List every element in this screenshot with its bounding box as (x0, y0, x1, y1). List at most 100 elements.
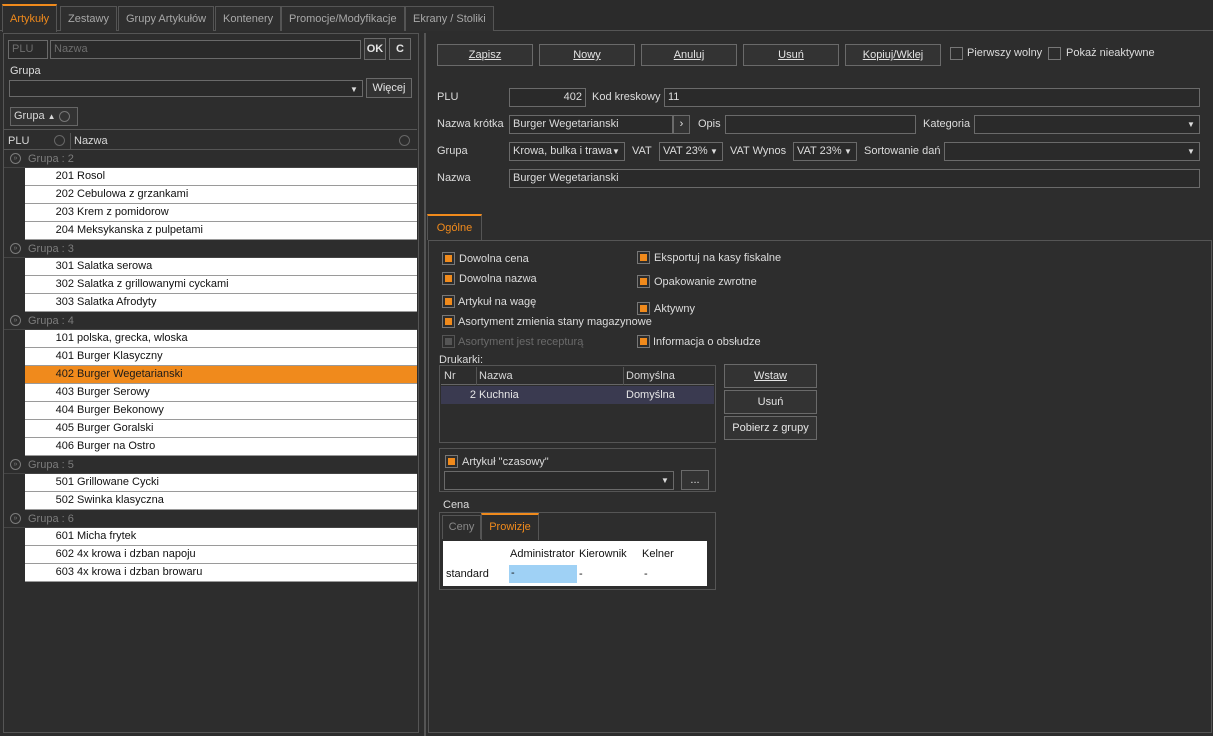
list-item[interactable]: 601 Micha frytek (25, 528, 417, 546)
active-checkbox[interactable] (637, 302, 650, 315)
list-item[interactable]: 405 Burger Goralski (25, 420, 417, 438)
list-item[interactable]: 302 Salatka z grillowanymi cyckami (25, 276, 417, 294)
group-filter-select[interactable]: ▼ (9, 80, 363, 97)
list-item[interactable]: 602 4x krowa i dzban napoju (25, 546, 417, 564)
staff-info-checkbox[interactable] (637, 335, 650, 348)
category-select[interactable]: ▼ (974, 115, 1200, 134)
list-item[interactable]: 406 Burger na Ostro (25, 438, 417, 456)
remove-printer-button[interactable]: Usuń (724, 390, 817, 414)
vat-out-select[interactable]: VAT 23% ▼ (793, 142, 857, 161)
copy-paste-button[interactable]: Kopiuj/Wklej (845, 44, 941, 66)
list-item[interactable]: 204 Meksykanska z pulpetami (25, 222, 417, 240)
export-fiscal-checkbox[interactable] (637, 251, 650, 264)
tab-prices[interactable]: Ceny (442, 515, 481, 539)
free-name-label: Dowolna nazwa (459, 273, 537, 285)
tab-sets[interactable]: Zestawy (60, 6, 117, 31)
copy-paste-button-label: Kopiuj/Wklej (862, 49, 924, 61)
commission-admin-cell[interactable]: - (509, 565, 577, 583)
from-group-button[interactable]: Pobierz z grupy (724, 416, 817, 440)
group-row[interactable]: » Grupa : 6 (4, 510, 417, 528)
first-free-checkbox[interactable] (950, 47, 963, 60)
list-item[interactable]: 402 Burger Wegetarianski (25, 366, 417, 384)
save-button[interactable]: Zapisz (437, 44, 533, 66)
list-item-plu: 201 (55, 170, 74, 182)
sort-select[interactable]: ▼ (944, 142, 1200, 161)
expand-icon[interactable]: » (10, 315, 21, 326)
list-item[interactable]: 401 Burger Klasyczny (25, 348, 417, 366)
delete-button[interactable]: Usuń (743, 44, 839, 66)
new-button[interactable]: Nowy (539, 44, 635, 66)
timed-select[interactable]: ▼ (444, 471, 674, 490)
ok-button[interactable]: OK (364, 38, 386, 60)
list-item-name: Meksykanska z pulpetami (77, 224, 203, 236)
active-label: Aktywny (654, 303, 695, 315)
tab-articles[interactable]: Artykuły (2, 4, 58, 32)
plu-label: PLU (437, 91, 459, 103)
col-plu-header[interactable]: PLU (8, 135, 29, 147)
expand-icon[interactable]: » (10, 513, 21, 524)
chevron-right-icon[interactable]: › (673, 115, 690, 134)
expand-icon[interactable]: » (10, 243, 21, 254)
return-pack-checkbox[interactable] (637, 275, 650, 288)
list-item[interactable]: 404 Burger Bekonowy (25, 402, 417, 420)
insert-printer-button[interactable]: Wstaw (724, 364, 817, 388)
group-row[interactable]: » Grupa : 4 (4, 312, 417, 330)
filter-icon[interactable] (399, 135, 410, 146)
expand-icon[interactable]: » (10, 153, 21, 164)
tab-article-groups[interactable]: Grupy Artykułów (118, 6, 215, 31)
timed-more-button[interactable]: ... (681, 470, 709, 490)
more-button[interactable]: Więcej (366, 78, 412, 98)
list-item-plu: 404 (55, 404, 74, 416)
short-name-input[interactable]: Burger Wegetarianski (509, 115, 673, 134)
filter-icon[interactable] (54, 135, 65, 146)
barcode-input[interactable]: 11 (664, 88, 1200, 107)
opis-input[interactable] (725, 115, 916, 134)
list-item-name: Micha frytek (77, 530, 137, 542)
vat-select[interactable]: VAT 23% ▼ (659, 142, 723, 161)
name-input[interactable]: Burger Wegetarianski (509, 169, 1200, 188)
list-item[interactable]: 202 Cebulowa z grzankami (25, 186, 417, 204)
free-price-checkbox[interactable] (442, 252, 455, 265)
group-row[interactable]: » Grupa : 5 (4, 456, 417, 474)
expand-icon[interactable]: » (10, 459, 21, 470)
group-select[interactable]: Krowa, bulka i trawa ▼ (509, 142, 625, 161)
price-label: Cena (443, 499, 470, 511)
group-row[interactable]: » Grupa : 3 (4, 240, 417, 258)
tab-promotions[interactable]: Promocje/Modyfikacje (281, 6, 405, 31)
tab-containers[interactable]: Kontenery (215, 6, 282, 31)
printer-name: Kuchnia (479, 389, 519, 401)
cancel-button[interactable]: Anuluj (641, 44, 737, 66)
tab-commission[interactable]: Prowizje (481, 513, 539, 540)
list-item[interactable]: 201 Rosol (25, 168, 417, 186)
list-item[interactable]: 203 Krem z pomidorow (25, 204, 417, 222)
assortment-stock-checkbox[interactable] (442, 315, 455, 328)
list-item[interactable]: 301 Salatka serowa (25, 258, 417, 276)
vat-out-label: VAT Wynos (730, 145, 787, 157)
commission-waiter-cell[interactable]: - (644, 566, 648, 582)
list-item[interactable]: 603 4x krowa i dzban browaru (25, 564, 417, 582)
filter-icon[interactable] (58, 110, 70, 122)
plu-filter-input[interactable]: PLU (8, 40, 48, 59)
tab-screens-tables[interactable]: Ekrany / Stoliki (405, 6, 494, 31)
list-item[interactable]: 501 Grillowane Cycki (25, 474, 417, 492)
plu-input[interactable]: 402 (509, 88, 586, 107)
printer-default: Domyślna (626, 389, 675, 401)
timed-checkbox[interactable] (445, 455, 458, 468)
free-name-checkbox[interactable] (442, 272, 455, 285)
printer-row[interactable]: 2 Kuchnia Domyślna (441, 386, 714, 404)
weighted-checkbox[interactable] (442, 295, 455, 308)
col-name-header[interactable]: Nazwa (74, 135, 108, 147)
list-item[interactable]: 303 Salatka Afrodyty (25, 294, 417, 312)
clear-button[interactable]: C (389, 38, 411, 60)
first-free-label: Pierwszy wolny (967, 47, 1043, 59)
groupby-chip[interactable]: Grupa ▲ (10, 107, 78, 126)
name-filter-input[interactable]: Nazwa (50, 40, 361, 59)
show-inactive-checkbox[interactable] (1048, 47, 1061, 60)
list-item[interactable]: 502 Swinka klasyczna (25, 492, 417, 510)
list-item[interactable]: 403 Burger Serowy (25, 384, 417, 402)
tab-general[interactable]: Ogólne (427, 214, 482, 240)
group-row[interactable]: » Grupa : 2 (4, 150, 417, 168)
show-inactive-label: Pokaż nieaktywne (1066, 47, 1155, 59)
commission-manager-cell[interactable]: - (579, 566, 583, 582)
list-item[interactable]: 101 polska, grecka, wloska (25, 330, 417, 348)
